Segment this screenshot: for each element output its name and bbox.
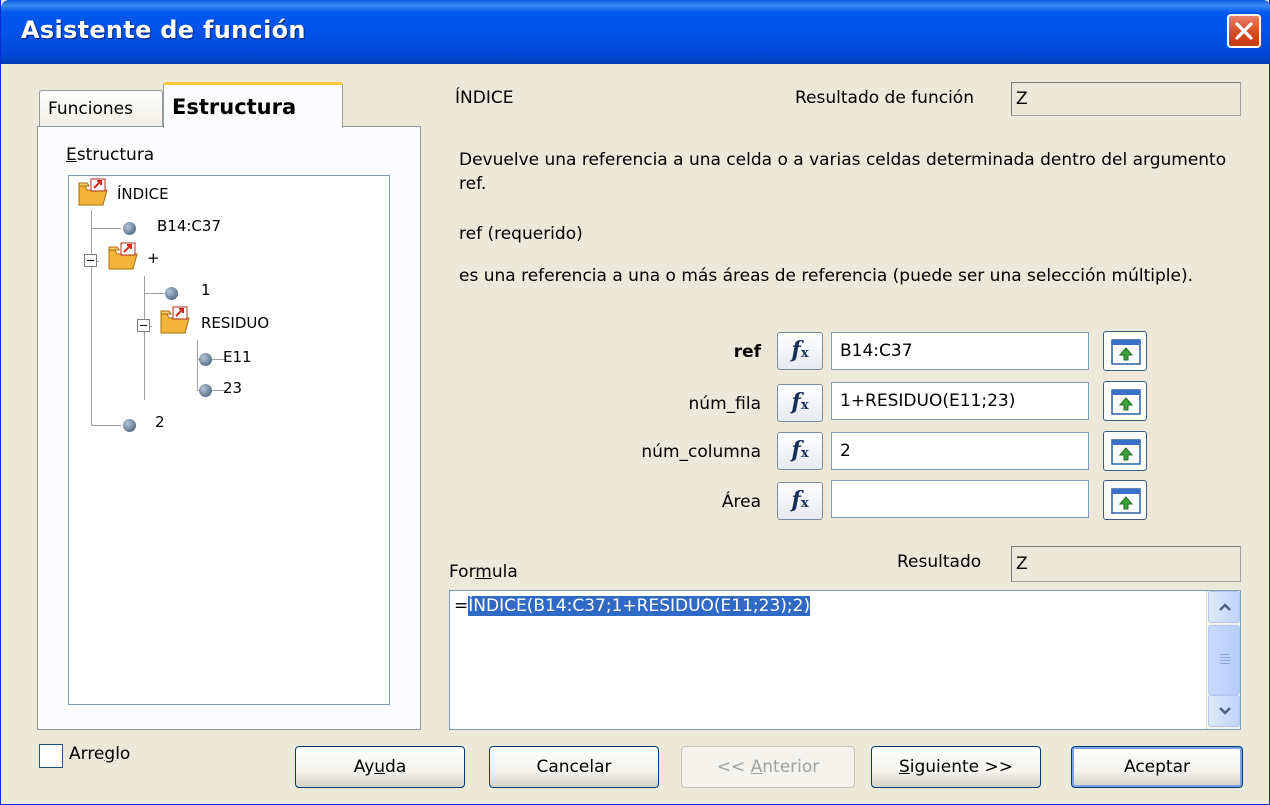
scroll-thumb[interactable] (1208, 625, 1240, 695)
formula-selection: ÍNDICE(B14:C37;1+RESIDUO(E11;23);2) (468, 596, 811, 616)
fx-button-ref[interactable]: fx (777, 332, 823, 370)
shrink-button-num-columna[interactable] (1103, 431, 1147, 471)
fx-button-area[interactable]: fx (777, 482, 823, 520)
argument-title: ref (requerido) (459, 224, 583, 244)
leaf-node-icon (123, 222, 136, 235)
tree-node-label[interactable]: 1 (201, 280, 211, 300)
formula-text[interactable]: =ÍNDICE(B14:C37;1+RESIDUO(E11;23);2) (454, 595, 811, 617)
folder-formula-icon (78, 178, 108, 206)
cancel-button[interactable]: Cancelar (489, 746, 659, 788)
fx-icon: fx (791, 487, 809, 513)
tree-node-label[interactable]: ÍNDICE (117, 184, 169, 204)
formula-label: Formula (449, 562, 518, 582)
help-button[interactable]: Ayuda (295, 746, 465, 788)
shrink-icon (1111, 339, 1141, 365)
arg-label-ref: ref (733, 342, 761, 362)
chevron-up-icon (1219, 603, 1231, 611)
scroll-up-button[interactable] (1208, 591, 1240, 623)
function-name: ÍNDICE (455, 88, 514, 108)
structure-tree[interactable]: ÍNDICE B14:C37 + 1 RESIDUO E11 23 2 (68, 175, 390, 705)
close-icon (1235, 22, 1253, 40)
fx-icon: fx (791, 437, 809, 463)
arg-label-num-columna: núm_columna (641, 442, 761, 462)
leaf-node-icon (165, 287, 178, 300)
collapse-icon[interactable] (137, 319, 150, 332)
shrink-button-area[interactable] (1103, 480, 1147, 520)
shrink-icon (1111, 488, 1141, 514)
tree-node-label[interactable]: E11 (223, 347, 252, 367)
shrink-icon (1111, 439, 1141, 465)
structure-label: Estructura (66, 145, 155, 165)
fx-button-num-columna[interactable]: fx (777, 432, 823, 470)
folder-formula-icon (160, 306, 190, 334)
vertical-scrollbar[interactable] (1206, 591, 1240, 729)
window-title: Asistente de función (21, 16, 306, 44)
arg-input-num-fila[interactable]: 1+RESIDUO(E11;23) (831, 382, 1089, 420)
previous-button[interactable]: << Anterior (681, 746, 855, 788)
shrink-icon (1111, 389, 1141, 415)
fx-button-num-fila[interactable]: fx (777, 384, 823, 422)
leaf-node-icon (123, 419, 136, 432)
leaf-node-icon (199, 353, 212, 366)
collapse-icon[interactable] (84, 254, 97, 267)
shrink-button-ref[interactable] (1103, 331, 1147, 371)
arg-input-ref[interactable]: B14:C37 (831, 332, 1089, 370)
function-description: Devuelve una referencia a una celda o a … (459, 150, 1227, 194)
fx-icon: fx (791, 337, 809, 363)
function-result-label: Resultado de función (795, 88, 974, 108)
tab-estructura[interactable]: Estructura (163, 82, 343, 128)
folder-formula-icon (108, 242, 138, 270)
scroll-down-button[interactable] (1208, 695, 1240, 727)
arg-label-area: Área (721, 492, 761, 512)
title-bar[interactable]: Asistente de función (1, 0, 1270, 64)
fx-icon: fx (791, 389, 809, 415)
tree-node-label[interactable]: 2 (155, 412, 165, 432)
tree-node-label[interactable]: B14:C37 (157, 216, 221, 236)
tree-node-label[interactable]: + (147, 248, 160, 268)
structure-panel: Estructura ÍNDICE B14:C37 + 1 RESIDUO E1… (37, 126, 421, 730)
next-button[interactable]: Siguiente >> (871, 746, 1041, 788)
shrink-button-num-fila[interactable] (1103, 381, 1147, 421)
argument-description: es una referencia a una o más áreas de r… (459, 266, 1194, 286)
ok-button[interactable]: Aceptar (1071, 746, 1243, 788)
result-label: Resultado (897, 552, 982, 572)
close-button[interactable] (1227, 14, 1261, 48)
arg-label-num-fila: núm_fila (688, 394, 761, 414)
array-checkbox-label[interactable]: Arreglo (69, 744, 130, 764)
function-wizard-dialog: Asistente de función Funciones Estructur… (0, 0, 1270, 805)
tab-funciones[interactable]: Funciones (39, 90, 163, 128)
formula-editor[interactable]: =ÍNDICE(B14:C37;1+RESIDUO(E11;23);2) (449, 590, 1241, 730)
arg-input-area[interactable] (831, 480, 1089, 518)
leaf-node-icon (199, 384, 212, 397)
function-result-value: Z (1011, 82, 1241, 116)
tree-node-label[interactable]: RESIDUO (201, 313, 269, 333)
tree-node-label[interactable]: 23 (223, 378, 242, 398)
chevron-down-icon (1219, 707, 1231, 715)
arg-input-num-columna[interactable]: 2 (831, 432, 1089, 470)
array-checkbox[interactable] (39, 744, 63, 768)
result-value: Z (1011, 546, 1241, 582)
